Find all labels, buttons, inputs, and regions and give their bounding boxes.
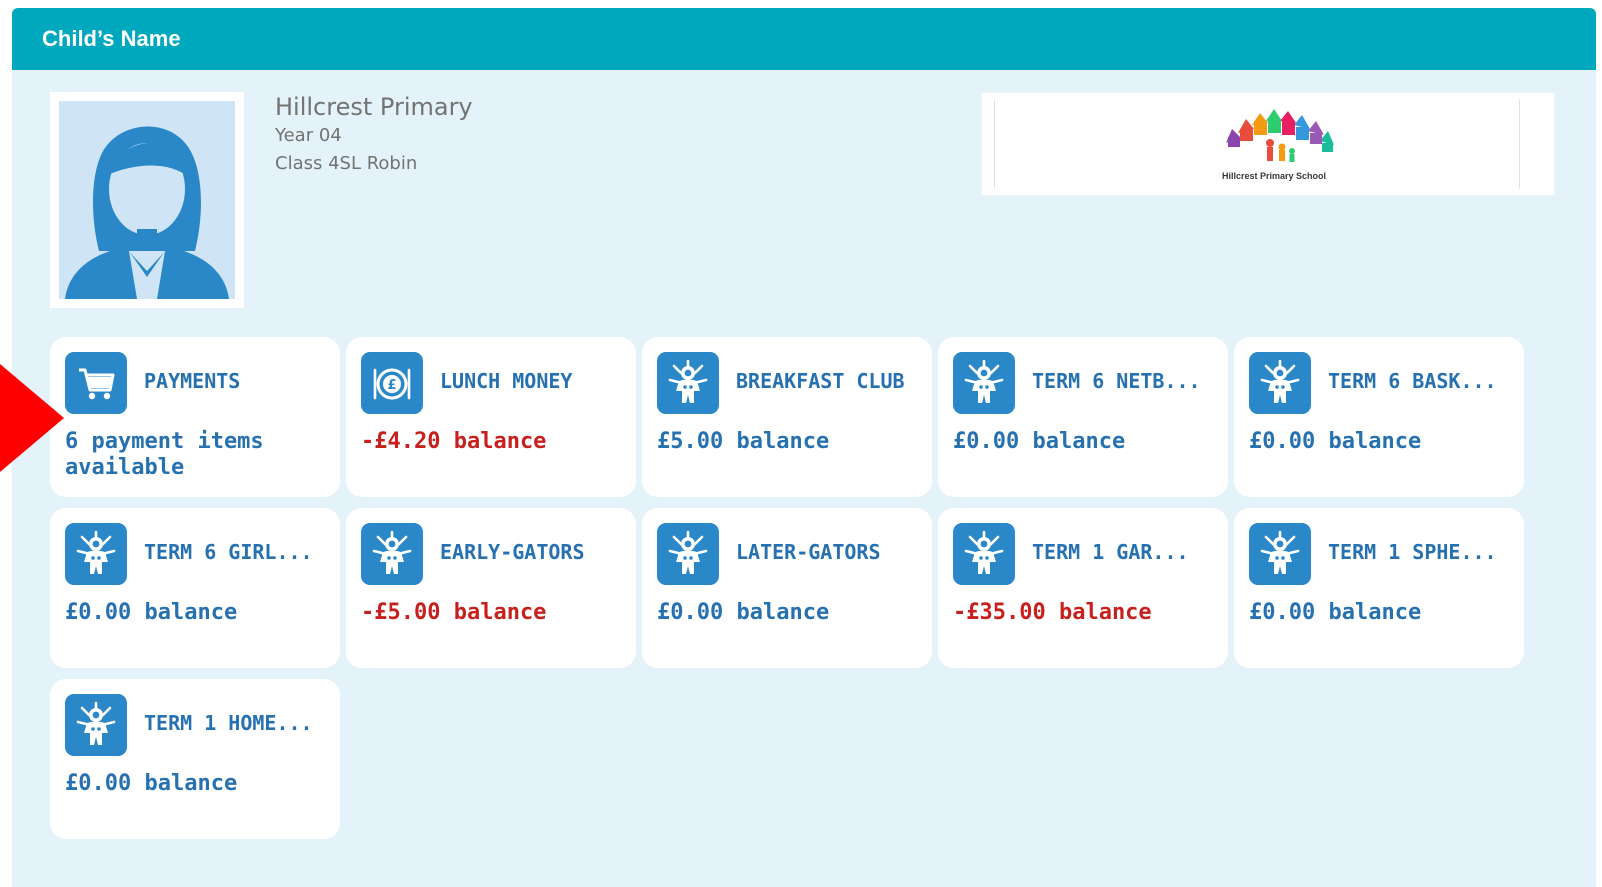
tile-balance: 6 payment items available	[65, 429, 264, 480]
child-figure-icon	[657, 523, 719, 585]
child-figure-icon	[65, 523, 127, 585]
pound-coin-plate-icon	[361, 352, 423, 414]
service-tile[interactable]: TERM 1 SPHE... £0.00 balance	[1234, 508, 1524, 668]
service-tile[interactable]: TERM 6 NETB... £0.00 balance	[938, 337, 1228, 497]
tile-balance: £0.00 balance	[657, 600, 830, 625]
tile-balance: £0.00 balance	[953, 429, 1126, 454]
service-tile[interactable]: TERM 1 GAR... -£35.00 balance	[938, 508, 1228, 668]
tile-title: BREAKFAST CLUB	[736, 369, 905, 393]
tile-title: TERM 6 NETB...	[1032, 369, 1201, 393]
divider	[1519, 99, 1520, 189]
child-figure-icon	[953, 523, 1015, 585]
year-group: Year 04	[275, 125, 342, 146]
class-name: Class 4SL Robin	[275, 153, 418, 174]
service-tile[interactable]: TERM 6 GIRL... £0.00 balance	[50, 508, 340, 668]
child-name-title: Child’s Name	[42, 26, 181, 51]
panel-header: Child’s Name	[12, 8, 1596, 70]
tile-title: LATER-GATORS	[736, 540, 881, 564]
annotation-arrow-icon	[0, 364, 64, 472]
child-panel: Child’s Name Hillcrest Primary Year 04 C…	[12, 8, 1596, 887]
school-logo-caption: Hillcrest Primary School	[1221, 171, 1327, 181]
child-figure-icon	[657, 352, 719, 414]
service-tile[interactable]: TERM 6 BASK... £0.00 balance	[1234, 337, 1524, 497]
tile-title: TERM 6 BASK...	[1328, 369, 1497, 393]
tile-title: TERM 1 HOME...	[144, 711, 313, 735]
tile-balance: £0.00 balance	[1249, 429, 1422, 454]
tile-balance: £0.00 balance	[1249, 600, 1422, 625]
child-figure-icon	[953, 352, 1015, 414]
school-name: Hillcrest Primary	[275, 93, 473, 121]
tile-title: TERM 1 SPHE...	[1328, 540, 1497, 564]
tile-title: TERM 1 GAR...	[1032, 540, 1189, 564]
service-tile[interactable]: TERM 1 HOME... £0.00 balance	[50, 679, 340, 839]
school-info: Hillcrest Primary Year 04 Class 4SL Robi…	[275, 92, 473, 178]
child-figure-icon	[1249, 523, 1311, 585]
service-tile[interactable]: LATER-GATORS £0.00 balance	[642, 508, 932, 668]
school-logo-box: Hillcrest Primary School	[981, 92, 1555, 196]
child-figure-icon	[361, 523, 423, 585]
child-figure-icon	[65, 694, 127, 756]
tile-title: LUNCH MONEY	[440, 369, 573, 393]
tile-title: PAYMENTS	[144, 369, 241, 393]
service-tile[interactable]: BREAKFAST CLUB £5.00 balance	[642, 337, 932, 497]
tile-balance: -£35.00 balance	[953, 600, 1152, 625]
tile-balance: £0.00 balance	[65, 600, 238, 625]
child-figure-icon	[1249, 352, 1311, 414]
tile-balance: £0.00 balance	[65, 771, 238, 796]
tile-title: EARLY-GATORS	[440, 540, 585, 564]
divider	[994, 99, 995, 189]
tile-balance: -£4.20 balance	[361, 429, 547, 454]
avatar-placeholder-icon	[59, 101, 235, 299]
service-tile[interactable]: PAYMENTS 6 payment items available	[50, 337, 340, 497]
service-tile[interactable]: LUNCH MONEY -£4.20 balance	[346, 337, 636, 497]
tile-title: TERM 6 GIRL...	[144, 540, 313, 564]
tile-balance: £5.00 balance	[657, 429, 830, 454]
tile-balance: -£5.00 balance	[361, 600, 547, 625]
service-tile[interactable]: EARLY-GATORS -£5.00 balance	[346, 508, 636, 668]
shopping-cart-icon	[65, 352, 127, 414]
avatar	[50, 92, 244, 308]
school-logo-icon	[1226, 109, 1334, 162]
